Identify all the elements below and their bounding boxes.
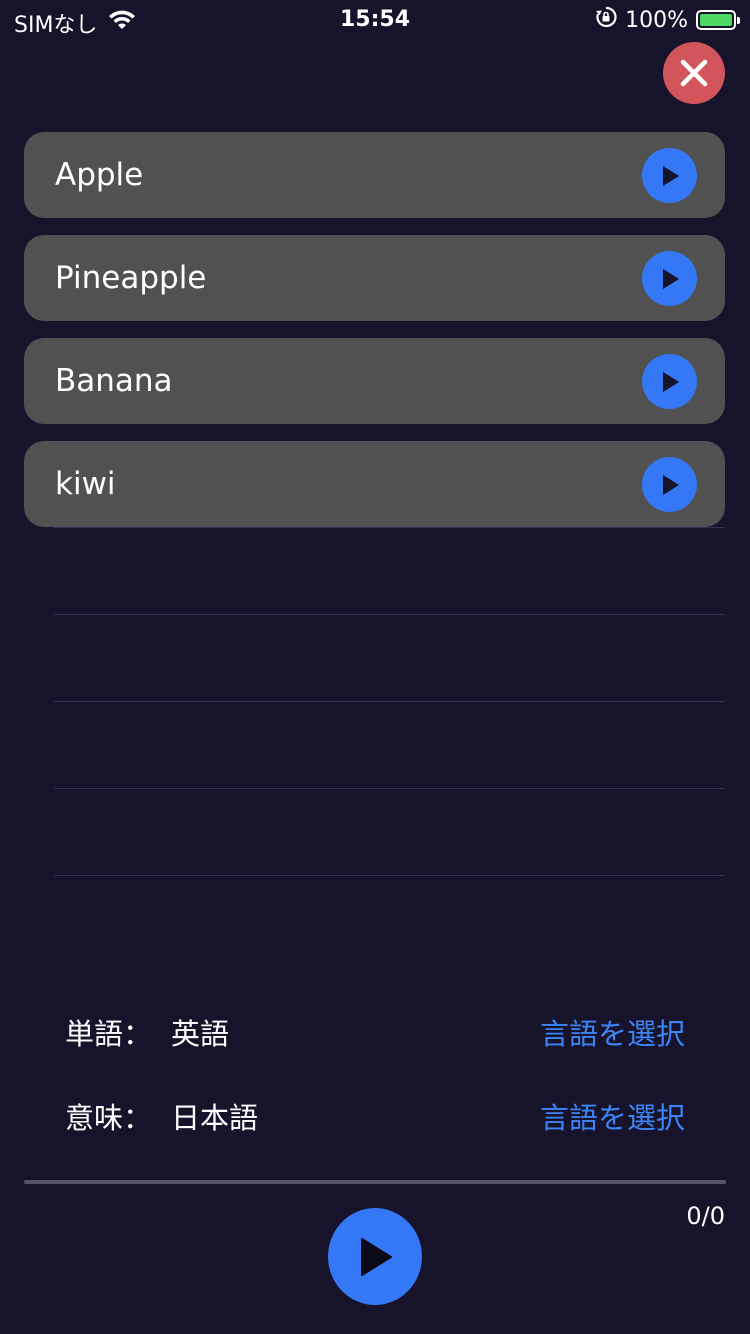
meaning-language-value: 日本語 [171, 1101, 259, 1135]
word-label: Banana [55, 363, 173, 399]
word-label: Pineapple [55, 260, 207, 296]
status-bar: SIMなし 15:54 100% [0, 0, 750, 40]
main-play-button[interactable] [328, 1208, 422, 1305]
word-play-button[interactable] [642, 251, 697, 306]
select-word-language-button[interactable]: 言語を選択 [540, 1012, 685, 1056]
rotation-lock-icon [595, 6, 617, 34]
list-separator [54, 527, 725, 528]
word-label: kiwi [55, 466, 116, 502]
empty-list-separators [54, 527, 725, 962]
list-separator [54, 701, 725, 702]
word-play-button[interactable] [642, 354, 697, 409]
word-row[interactable]: Apple [24, 132, 725, 218]
word-row[interactable]: Pineapple [24, 235, 725, 321]
close-button[interactable] [663, 42, 725, 104]
word-language-row: 単語： 英語 言語を選択 [65, 1012, 685, 1056]
word-play-button[interactable] [642, 148, 697, 203]
word-row[interactable]: kiwi [24, 441, 725, 527]
close-icon [680, 59, 708, 87]
word-language-value: 英語 [171, 1017, 230, 1051]
play-icon [662, 165, 679, 186]
list-separator [54, 614, 725, 615]
play-icon [662, 474, 679, 495]
battery-icon [696, 10, 740, 30]
word-play-button[interactable] [642, 457, 697, 512]
word-list: Apple Pineapple Banana kiwi [24, 132, 725, 544]
word-row[interactable]: Banana [24, 338, 725, 424]
battery-level [700, 14, 732, 26]
playback-progress-bar[interactable] [24, 1180, 726, 1184]
play-icon [662, 371, 679, 392]
play-icon [662, 268, 679, 289]
list-separator [54, 788, 725, 789]
list-separator [54, 875, 725, 876]
word-label: Apple [55, 157, 144, 193]
word-language-label: 単語： [65, 1017, 153, 1051]
playback-counter: 0/0 [686, 1202, 725, 1230]
meaning-language-label: 意味： [65, 1101, 153, 1135]
meaning-language-row: 意味： 日本語 言語を選択 [65, 1096, 685, 1140]
play-icon [361, 1237, 392, 1276]
select-meaning-language-button[interactable]: 言語を選択 [540, 1096, 685, 1140]
battery-percent: 100% [625, 7, 688, 33]
